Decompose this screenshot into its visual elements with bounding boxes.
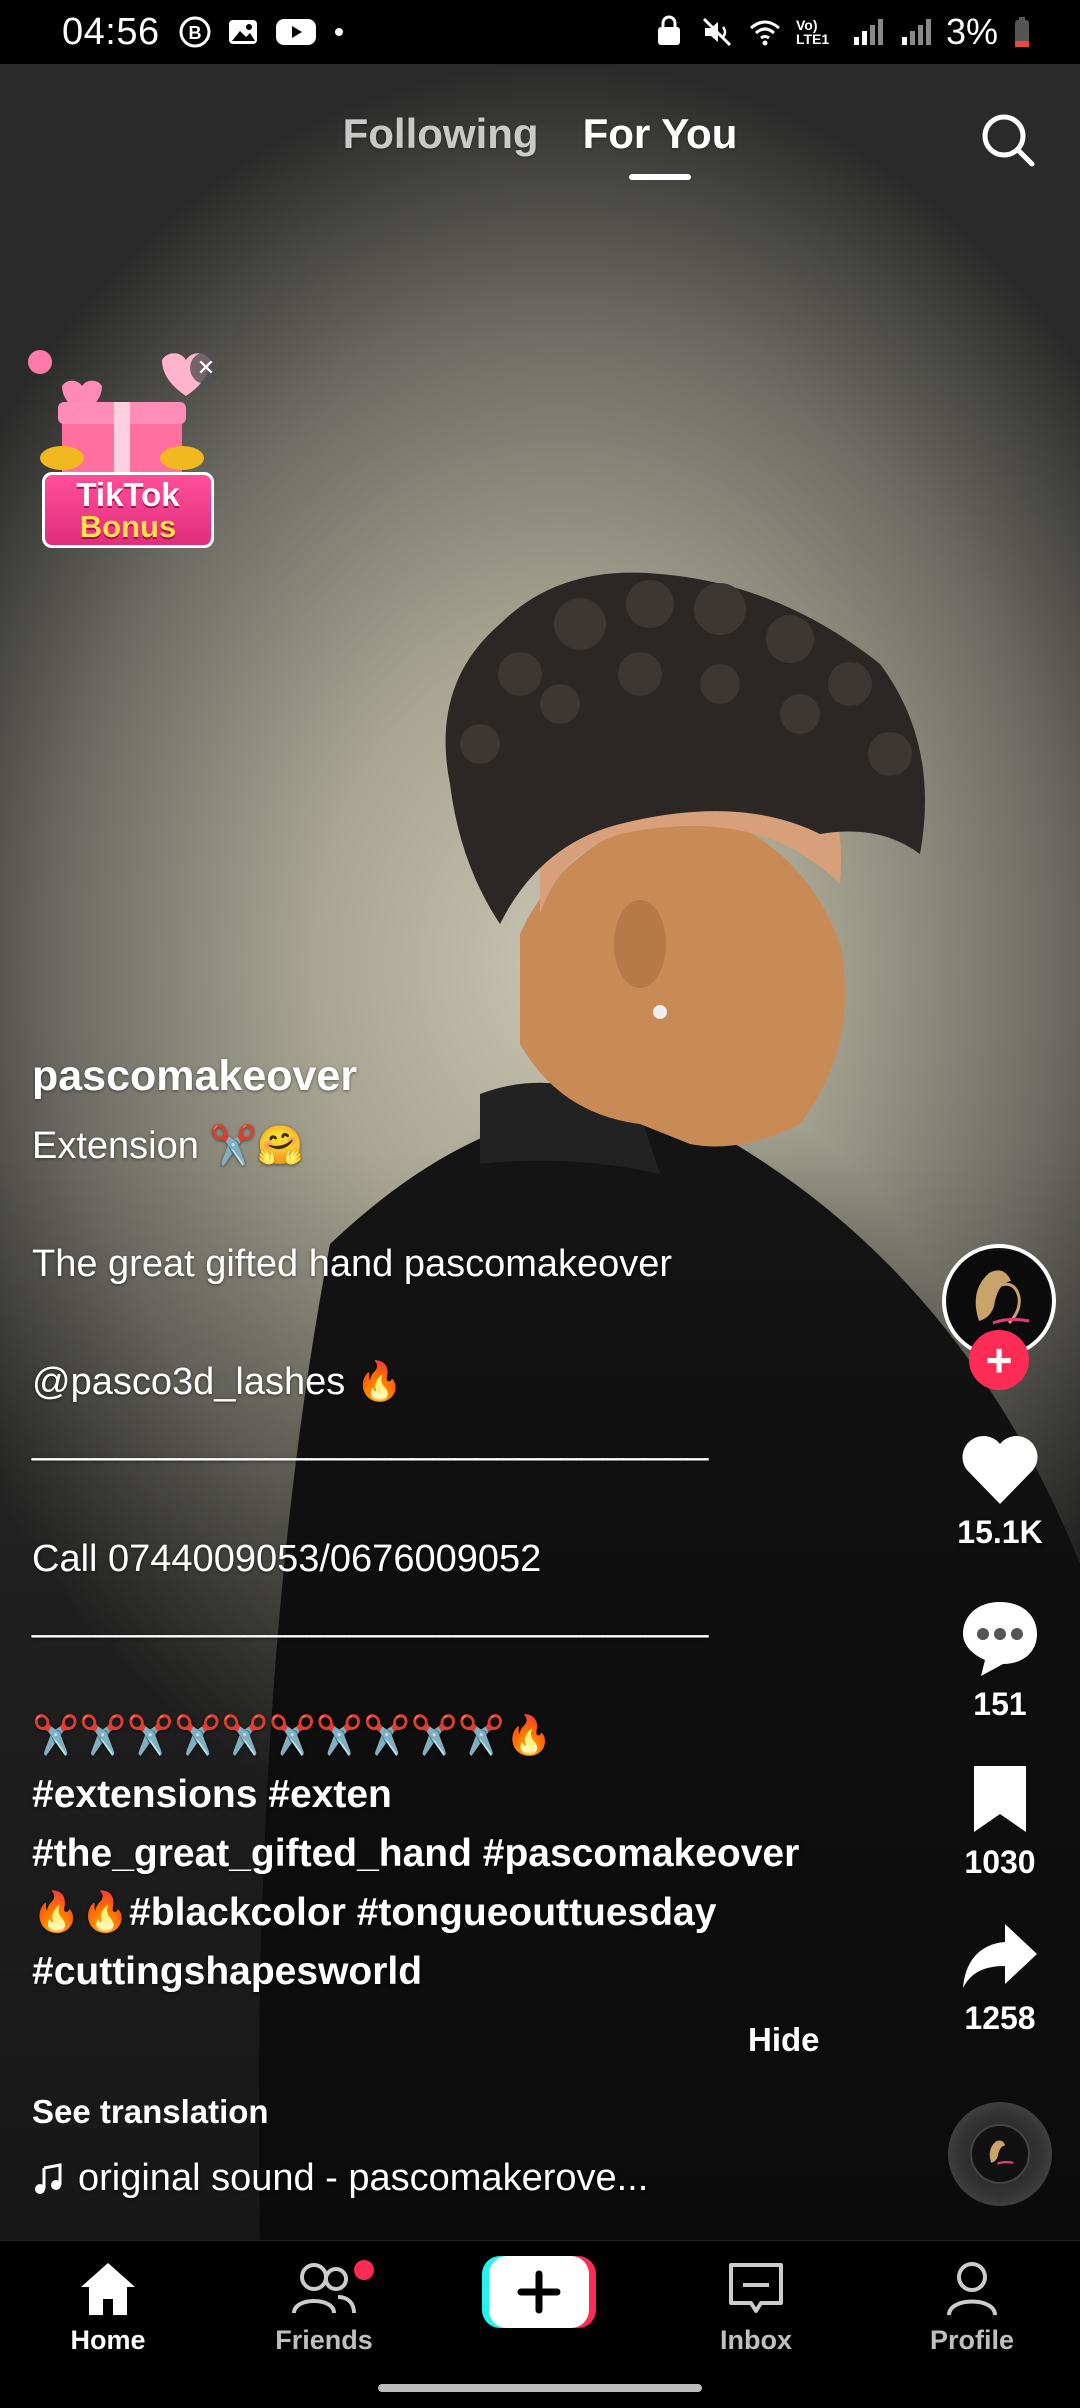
tab-following[interactable]: Following <box>343 110 539 158</box>
lte-label: Vo) LTE1 <box>795 17 830 47</box>
signal-1-icon <box>853 19 883 45</box>
bonus-line1: TikTok <box>76 476 180 513</box>
gallery-icon <box>228 20 257 44</box>
nav-inbox-label: Inbox <box>720 2325 792 2355</box>
gesture-home-indicator[interactable] <box>378 2384 702 2392</box>
status-system-icons: Vo) LTE1 3% <box>652 11 1032 53</box>
sound-disc[interactable] <box>948 2102 1052 2206</box>
caption-hashtags[interactable]: #extensions #exten #the_great_gifted_han… <box>32 1765 912 2001</box>
comment-icon <box>963 1602 1037 1676</box>
nav-friends[interactable]: Friends <box>244 2259 404 2356</box>
share-button[interactable]: 1258 <box>940 1918 1060 2037</box>
music-note-icon <box>35 2162 62 2194</box>
like-button[interactable]: 15.1K <box>940 1432 1060 1551</box>
profile-icon <box>947 2262 997 2316</box>
save-button[interactable]: 1030 <box>940 1762 1060 1881</box>
friends-icon <box>292 2263 356 2314</box>
nav-home[interactable]: Home <box>28 2259 188 2356</box>
caption-divider: ________________________________ <box>32 1597 709 1639</box>
tab-for-you[interactable]: For You <box>583 110 738 158</box>
see-translation-link[interactable]: See translation <box>32 2093 269 2131</box>
share-arrow-icon <box>963 1924 1037 1988</box>
hashtag-line[interactable]: #extensions #exten <box>32 1765 912 1824</box>
caption-mention[interactable]: @pasco3d_lashes 🔥 <box>32 1363 912 1422</box>
svg-text:B: B <box>188 23 201 43</box>
caption-phone: Call 0744009053/0676009052 <box>32 1538 542 1580</box>
caption-line-gifted-hand: The great gifted hand pascomakeover <box>32 1243 673 1285</box>
sound-link[interactable]: original sound - pascomakerove... <box>32 2157 648 2200</box>
battery-percent: 3% <box>945 11 998 52</box>
hashtag-line[interactable]: #cuttingshapesworld <box>32 1942 912 2001</box>
hide-caption-button[interactable]: Hide <box>748 2021 820 2059</box>
recycle-lock-icon <box>657 15 680 45</box>
wifi-icon <box>749 20 780 46</box>
sound-disc-avatar <box>970 2124 1030 2184</box>
b-badge-icon: B <box>179 16 211 48</box>
signal-2-icon <box>901 19 931 45</box>
search-icon[interactable] <box>976 108 1040 172</box>
home-icon <box>81 2263 135 2315</box>
create-button[interactable] <box>482 2254 596 2330</box>
status-time: 04:56 <box>62 10 160 53</box>
share-count: 1258 <box>964 2000 1036 2036</box>
bonus-line2: Bonus <box>79 509 177 544</box>
more-notifications-dot-icon <box>334 28 343 36</box>
comment-count: 151 <box>973 1686 1027 1722</box>
comment-button[interactable]: 151 <box>940 1598 1060 1723</box>
feed-tabs: Following For You <box>0 110 1080 158</box>
hashtag-line[interactable]: 🔥🔥#blackcolor #tongueouttuesday <box>32 1883 912 1942</box>
hashtag-line[interactable]: #the_great_gifted_hand #pascomakeover <box>32 1824 912 1883</box>
mute-icon <box>702 17 732 47</box>
tiktok-bonus-badge[interactable]: TikTok Bonus <box>42 472 214 548</box>
creator-logo-icon <box>989 2140 1014 2165</box>
nav-inbox[interactable]: Inbox <box>676 2259 836 2356</box>
inbox-icon <box>729 2263 783 2313</box>
sound-title: original sound - pascomakerove... <box>78 2157 649 2199</box>
friends-notification-dot <box>354 2260 374 2280</box>
caption-line-extension: Extension ✂️🤗 <box>32 1125 305 1167</box>
caption-divider: ________________________________ <box>32 1420 709 1462</box>
follow-button[interactable]: + <box>969 1330 1029 1390</box>
bookmark-icon <box>974 1766 1026 1832</box>
save-count: 1030 <box>964 1844 1036 1880</box>
bonus-close-button[interactable]: ✕ <box>190 352 222 384</box>
nav-friends-label: Friends <box>275 2325 373 2355</box>
creator-username[interactable]: pascomakeover <box>32 1052 912 1101</box>
nav-home-label: Home <box>70 2325 146 2355</box>
caption-emoji-line: ✂️✂️✂️✂️✂️✂️✂️✂️✂️✂️🔥 <box>32 1715 553 1757</box>
like-count: 15.1K <box>957 1514 1043 1550</box>
video-caption: pascomakeover Extension ✂️🤗 The great gi… <box>32 1052 912 2001</box>
nav-profile-label: Profile <box>929 2325 1015 2355</box>
status-bar: 04:56 B Vo) LTE1 3% <box>0 0 1080 64</box>
youtube-icon <box>275 19 316 45</box>
battery-icon <box>1015 17 1029 47</box>
nav-profile[interactable]: Profile <box>892 2259 1052 2356</box>
status-notification-icons: B <box>178 15 346 49</box>
heart-icon <box>962 1435 1038 1504</box>
